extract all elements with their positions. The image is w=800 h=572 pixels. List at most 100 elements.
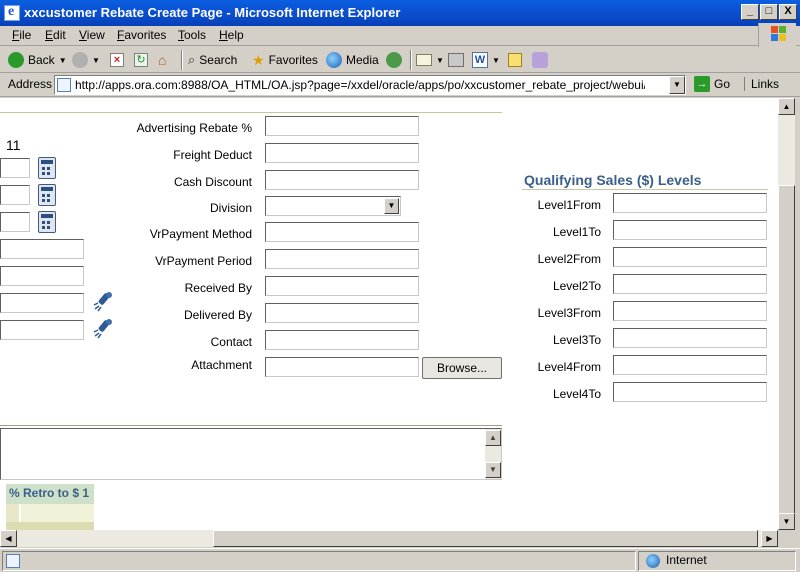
date-field-1[interactable] bbox=[0, 158, 30, 178]
date-field-3[interactable] bbox=[0, 212, 30, 232]
discuss-button[interactable] bbox=[508, 50, 522, 70]
advertising-rebate-field[interactable] bbox=[265, 116, 419, 136]
chevron-down-icon[interactable]: ▼ bbox=[384, 198, 399, 214]
delivered-by-label: Delivered By bbox=[183, 308, 252, 322]
calendar-icon[interactable] bbox=[38, 184, 56, 206]
minimize-button[interactable]: _ bbox=[741, 4, 759, 20]
refresh-icon: ↻ bbox=[134, 53, 148, 67]
freight-deduct-label: Freight Deduct bbox=[173, 148, 252, 162]
search-button[interactable]: ⌕ Search bbox=[188, 50, 237, 70]
refresh-button[interactable]: ↻ bbox=[134, 50, 148, 70]
calendar-icon[interactable] bbox=[38, 211, 56, 233]
close-button[interactable]: X bbox=[779, 4, 797, 20]
level1to-field[interactable] bbox=[613, 220, 767, 240]
menu-help[interactable]: Help bbox=[219, 28, 244, 42]
horizontal-scrollbar[interactable]: ◀ ▶ bbox=[0, 530, 778, 547]
favorites-button[interactable]: ★ Favorites bbox=[252, 50, 318, 70]
comments-textarea[interactable]: ▲ ▼ bbox=[0, 428, 502, 480]
home-icon: ⌂ bbox=[158, 52, 167, 68]
scroll-right-icon[interactable]: ▶ bbox=[761, 530, 778, 547]
edit-button[interactable]: W ▼ bbox=[472, 50, 500, 70]
date-field-2[interactable] bbox=[0, 185, 30, 205]
edit-dropdown-icon[interactable]: ▼ bbox=[492, 56, 500, 65]
mail-button[interactable]: ▼ bbox=[416, 50, 444, 70]
vrpayment-method-field[interactable] bbox=[265, 222, 419, 242]
flashlight-search-icon[interactable] bbox=[92, 318, 116, 340]
address-bar: Address http://apps.ora.com:8988/OA_HTML… bbox=[0, 73, 800, 97]
menu-favorites[interactable]: Favorites bbox=[117, 28, 166, 42]
left-text-field-2[interactable] bbox=[0, 266, 84, 286]
calendar-icon[interactable] bbox=[38, 157, 56, 179]
star-icon: ★ bbox=[252, 51, 265, 68]
level2to-field[interactable] bbox=[613, 274, 767, 294]
menu-view[interactable]: View bbox=[79, 28, 105, 42]
horizontal-scroll-thumb[interactable] bbox=[213, 530, 758, 547]
back-button[interactable]: Back ▼ bbox=[8, 50, 67, 70]
division-select[interactable]: ▼ bbox=[265, 196, 401, 216]
menu-tools[interactable]: Tools bbox=[178, 28, 206, 42]
print-button[interactable] bbox=[448, 50, 464, 70]
left-text-field-3[interactable] bbox=[0, 293, 84, 313]
flashlight-search-icon[interactable] bbox=[92, 291, 116, 313]
scroll-up-icon[interactable]: ▲ bbox=[485, 430, 501, 446]
received-by-field[interactable] bbox=[265, 276, 419, 296]
ie-icon bbox=[4, 4, 20, 21]
go-label: Go bbox=[714, 77, 731, 91]
level4to-field[interactable] bbox=[613, 382, 767, 402]
menu-bar: File Edit View Favorites Tools Help bbox=[0, 26, 800, 46]
attachment-file-field[interactable] bbox=[265, 357, 419, 377]
level1from-label: Level1From bbox=[537, 198, 601, 212]
media-button[interactable]: Media bbox=[326, 50, 379, 70]
browse-button[interactable]: Browse... bbox=[422, 357, 502, 379]
maximize-button[interactable]: □ bbox=[760, 4, 778, 20]
messenger-button[interactable] bbox=[532, 50, 548, 70]
window-title: xxcustomer Rebate Create Page - Microsof… bbox=[24, 5, 401, 20]
page-icon bbox=[57, 78, 71, 92]
cash-discount-field[interactable] bbox=[265, 170, 419, 190]
vertical-scrollbar[interactable]: ▲ ▼ bbox=[778, 98, 795, 533]
contact-field[interactable] bbox=[265, 330, 419, 350]
word-icon: W bbox=[472, 52, 488, 68]
address-dropdown-icon[interactable]: ▼ bbox=[669, 76, 685, 94]
freight-deduct-field[interactable] bbox=[265, 143, 419, 163]
messenger-icon bbox=[532, 52, 548, 68]
level4from-field[interactable] bbox=[613, 355, 767, 375]
partial-date-text: 11 bbox=[6, 137, 21, 153]
scroll-left-icon[interactable]: ◀ bbox=[0, 530, 17, 547]
vrpayment-period-field[interactable] bbox=[265, 249, 419, 269]
forward-dropdown-icon[interactable]: ▼ bbox=[92, 56, 100, 65]
textarea-scrollbar[interactable]: ▲ ▼ bbox=[485, 429, 501, 479]
vrpayment-period-label: VrPayment Period bbox=[155, 254, 252, 268]
scroll-up-icon[interactable]: ▲ bbox=[778, 98, 795, 115]
delivered-by-field[interactable] bbox=[265, 303, 419, 323]
address-input[interactable]: http://apps.ora.com:8988/OA_HTML/OA.jsp?… bbox=[54, 75, 686, 95]
back-label: Back bbox=[28, 53, 55, 67]
menu-edit[interactable]: Edit bbox=[45, 28, 66, 42]
left-text-field-4[interactable] bbox=[0, 320, 84, 340]
forward-button[interactable]: ▼ bbox=[72, 50, 100, 70]
level3to-label: Level3To bbox=[552, 333, 601, 347]
home-button[interactable]: ⌂ bbox=[158, 50, 166, 70]
menu-file[interactable]: File bbox=[12, 28, 31, 42]
scroll-down-icon[interactable]: ▼ bbox=[485, 462, 501, 478]
media-label: Media bbox=[346, 53, 379, 67]
links-label[interactable]: Links bbox=[744, 77, 779, 91]
go-arrow-icon: → bbox=[694, 76, 710, 92]
level2from-field[interactable] bbox=[613, 247, 767, 267]
stop-button[interactable]: × bbox=[110, 50, 124, 70]
back-dropdown-icon[interactable]: ▼ bbox=[59, 56, 67, 65]
vertical-scroll-thumb[interactable] bbox=[778, 185, 795, 533]
scroll-down-icon[interactable]: ▼ bbox=[778, 513, 795, 530]
history-button[interactable] bbox=[386, 50, 402, 70]
retro-column-header: % Retro to $ 1 bbox=[6, 484, 94, 504]
search-label: Search bbox=[199, 53, 238, 67]
level3from-field[interactable] bbox=[613, 301, 767, 321]
level1from-field[interactable] bbox=[613, 193, 767, 213]
mail-dropdown-icon[interactable]: ▼ bbox=[436, 56, 444, 65]
level1to-label: Level1To bbox=[552, 225, 601, 239]
table-row-selector bbox=[6, 504, 19, 522]
left-text-field-1[interactable] bbox=[0, 239, 84, 259]
level3to-field[interactable] bbox=[613, 328, 767, 348]
go-button[interactable]: → Go bbox=[694, 76, 730, 92]
level4from-label: Level4From bbox=[537, 360, 601, 374]
